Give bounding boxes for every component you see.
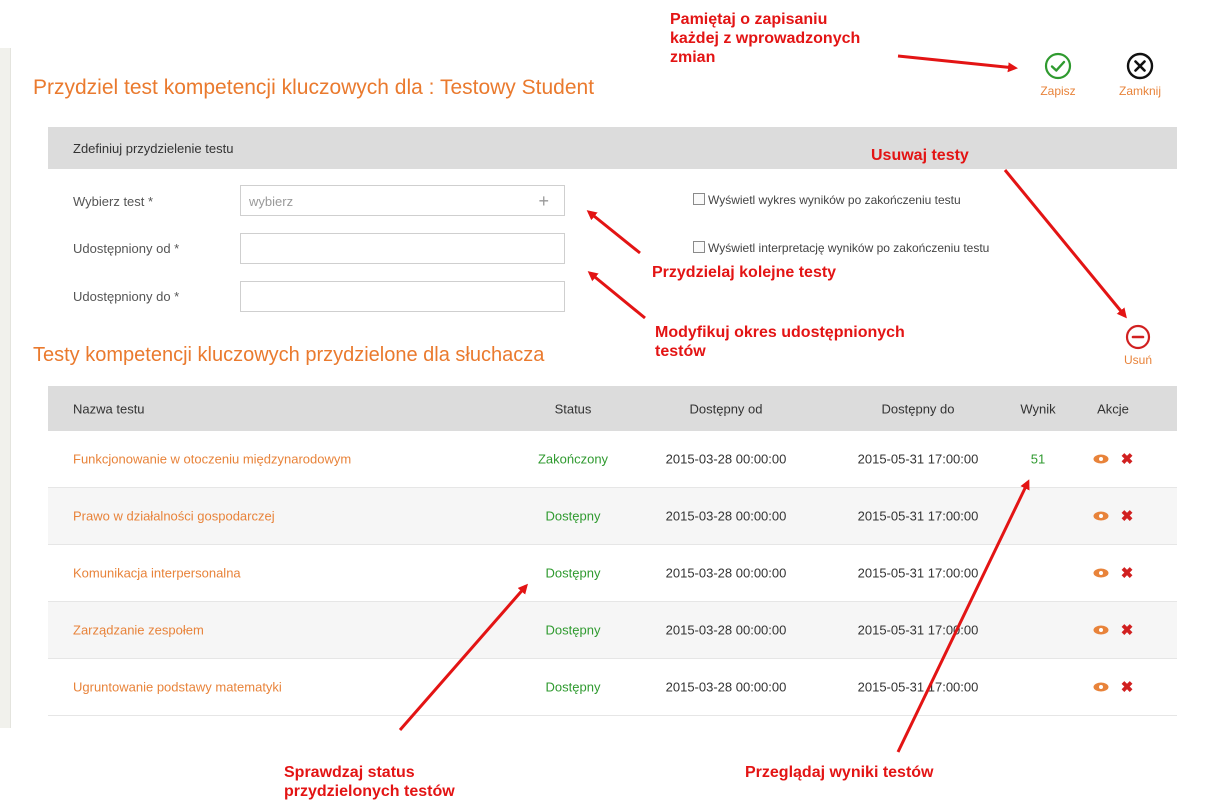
- eye-icon[interactable]: [1093, 625, 1109, 635]
- interpretation-checkbox-label: Wyświetl interpretację wyników po zakońc…: [708, 241, 990, 255]
- test-select[interactable]: wybierz +: [240, 185, 565, 216]
- available-to: 2015-05-31 17:00:00: [857, 565, 979, 581]
- check-circle-icon: [1044, 52, 1072, 80]
- remove-label: Usuń: [1123, 353, 1152, 367]
- table-row: Ugruntowanie podstawy matematyki Dostępn…: [48, 659, 1177, 716]
- annotation-modify-note: Modyfikuj okres udostępnionych testów: [655, 323, 905, 361]
- annotation-status-note: Sprawdzaj status przydzielonych testów: [284, 763, 455, 801]
- row-actions: ✖: [1083, 564, 1143, 582]
- available-from: 2015-03-28 00:00:00: [665, 679, 787, 695]
- delete-x-icon[interactable]: ✖: [1121, 450, 1134, 468]
- test-name-link[interactable]: Prawo w działalności gospodarczej: [73, 509, 275, 524]
- status-badge: Dostępny: [545, 565, 601, 581]
- available-to: 2015-05-31 17:00:00: [857, 508, 979, 524]
- annotation-results-note: Przeglądaj wyniki testów: [745, 764, 934, 781]
- available-to: 2015-05-31 17:00:00: [857, 679, 979, 695]
- test-name-link[interactable]: Komunikacja interpersonalna: [73, 566, 241, 581]
- row-actions: ✖: [1083, 507, 1143, 525]
- available-to: 2015-05-31 17:00:00: [857, 622, 979, 638]
- column-score: Wynik: [1020, 401, 1056, 416]
- column-to: Dostępny do: [881, 401, 955, 416]
- from-label: Udostępniony od *: [73, 241, 180, 256]
- to-date-field[interactable]: [240, 281, 565, 312]
- interpretation-checkbox-row[interactable]: Wyświetl interpretację wyników po zakońc…: [693, 241, 989, 255]
- arrow-to-test-select: [586, 210, 641, 255]
- eye-icon[interactable]: [1093, 568, 1109, 578]
- test-placeholder: wybierz: [249, 194, 294, 209]
- chart-checkbox[interactable]: [693, 193, 705, 205]
- annotation-line: testów: [655, 343, 706, 360]
- left-sidebar-strip: [0, 48, 11, 728]
- available-from: 2015-03-28 00:00:00: [665, 565, 787, 581]
- table-row: Funkcjonowanie w otoczeniu międzynarodow…: [48, 431, 1177, 488]
- score-value: 51: [1030, 451, 1046, 467]
- assigned-tests-table: Nazwa testu Status Dostępny od Dostępny …: [48, 386, 1177, 716]
- assigned-tests-title: Testy kompetencji kluczowych przydzielon…: [33, 344, 545, 366]
- arrow-to-save: [897, 54, 1018, 73]
- form-section-header: Zdefiniuj przydzielenie testu: [48, 127, 1177, 169]
- close-button[interactable]: Zamknij: [1108, 52, 1172, 98]
- annotation-line: przydzielonych testów: [284, 783, 455, 800]
- from-date-field[interactable]: [240, 233, 565, 264]
- chart-checkbox-row[interactable]: Wyświetl wykres wyników po zakończeniu t…: [693, 193, 961, 207]
- annotation-remove-note: Usuwaj testy: [871, 147, 969, 164]
- available-from: 2015-03-28 00:00:00: [665, 622, 787, 638]
- eye-icon[interactable]: [1093, 511, 1109, 521]
- row-actions: ✖: [1083, 621, 1143, 639]
- arrow-to-remove: [1003, 169, 1127, 319]
- chart-checkbox-label: Wyświetl wykres wyników po zakończeniu t…: [708, 193, 961, 207]
- annotation-line: każdej z wprowadzonych: [670, 30, 861, 47]
- table-row: Komunikacja interpersonalna Dostępny 201…: [48, 545, 1177, 602]
- annotation-assign-note: Przydzielaj kolejne testy: [652, 264, 837, 281]
- annotation-save-note: Pamiętaj o zapisaniu każdej z wprowadzon…: [670, 10, 860, 67]
- column-name: Nazwa testu: [73, 401, 145, 416]
- status-badge: Dostępny: [545, 622, 601, 638]
- delete-x-icon[interactable]: ✖: [1121, 621, 1134, 639]
- to-label: Udostępniony do *: [73, 289, 180, 304]
- test-name-link[interactable]: Zarządzanie zespołem: [73, 623, 204, 638]
- test-label: Wybierz test *: [73, 194, 154, 209]
- save-label: Zapisz: [1040, 84, 1076, 98]
- status-badge: Dostępny: [545, 508, 601, 524]
- column-from: Dostępny od: [689, 401, 763, 416]
- table-row: Prawo w działalności gospodarczej Dostęp…: [48, 488, 1177, 545]
- available-from: 2015-03-28 00:00:00: [665, 451, 787, 467]
- available-to: 2015-05-31 17:00:00: [857, 451, 979, 467]
- status-badge: Zakończony: [537, 451, 609, 467]
- annotation-line: Modyfikuj okres udostępnionych: [655, 324, 905, 341]
- eye-icon[interactable]: [1093, 454, 1109, 464]
- row-actions: ✖: [1083, 678, 1143, 696]
- test-name-link[interactable]: Funkcjonowanie w otoczeniu międzynarodow…: [73, 452, 351, 467]
- delete-x-icon[interactable]: ✖: [1121, 678, 1134, 696]
- close-circle-icon: [1126, 52, 1154, 80]
- test-name-link[interactable]: Ugruntowanie podstawy matematyki: [73, 680, 282, 695]
- annotation-line: zmian: [670, 49, 716, 66]
- row-actions: ✖: [1083, 450, 1143, 468]
- available-from: 2015-03-28 00:00:00: [665, 508, 787, 524]
- annotation-line: Pamiętaj o zapisaniu: [670, 11, 828, 28]
- column-actions: Akcje: [1097, 401, 1129, 416]
- arrow-to-dates: [587, 271, 646, 320]
- page-title: Przydziel test kompetencji kluczowych dl…: [33, 76, 595, 99]
- close-label: Zamknij: [1118, 84, 1161, 98]
- minus-circle-icon: [1125, 324, 1151, 350]
- save-button[interactable]: Zapisz: [1026, 52, 1090, 98]
- table-header: Nazwa testu Status Dostępny od Dostępny …: [48, 386, 1177, 431]
- delete-x-icon[interactable]: ✖: [1121, 507, 1134, 525]
- eye-icon[interactable]: [1093, 682, 1109, 692]
- table-row: Zarządzanie zespołem Dostępny 2015-03-28…: [48, 602, 1177, 659]
- status-badge: Dostępny: [545, 679, 601, 695]
- interpretation-checkbox[interactable]: [693, 241, 705, 253]
- annotation-line: Sprawdzaj status: [284, 764, 415, 781]
- form-section-title: Zdefiniuj przydzielenie testu: [73, 141, 234, 156]
- plus-icon[interactable]: +: [538, 191, 549, 212]
- column-status: Status: [554, 401, 592, 416]
- remove-button[interactable]: Usuń: [1116, 324, 1160, 367]
- delete-x-icon[interactable]: ✖: [1121, 564, 1134, 582]
